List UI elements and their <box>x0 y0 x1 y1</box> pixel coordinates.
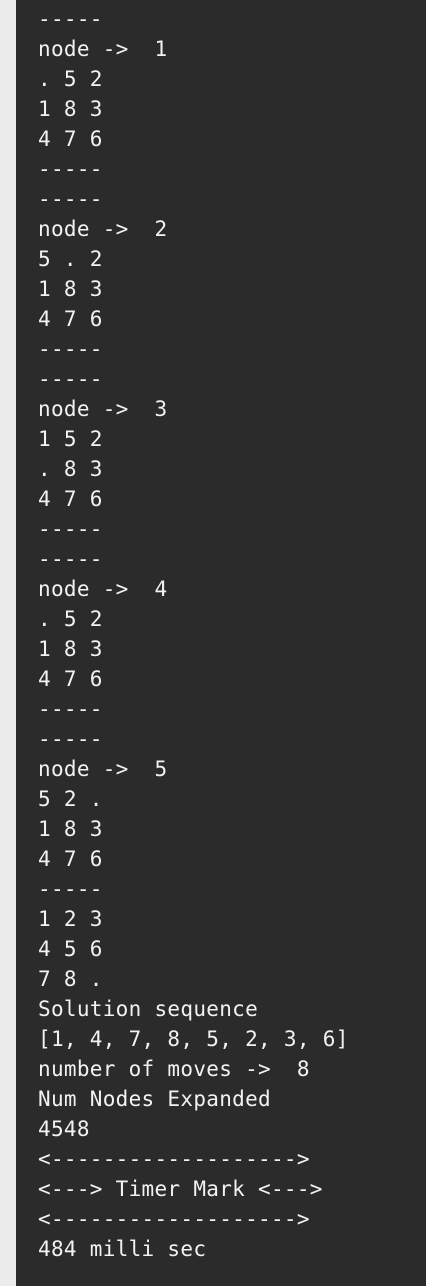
node-label: node -> 2 <box>38 217 168 241</box>
separator-line: ----- <box>38 367 103 391</box>
puzzle-row: 4 7 6 <box>38 847 103 871</box>
puzzle-row: . 5 2 <box>38 607 103 631</box>
goal-row: 7 8 . <box>38 967 103 991</box>
terminal-output[interactable]: ----- node -> 1 . 5 2 1 8 3 4 7 6 ----- … <box>16 0 426 1286</box>
separator-line: ----- <box>38 877 103 901</box>
node-label: node -> 1 <box>38 37 168 61</box>
puzzle-row: 4 7 6 <box>38 307 103 331</box>
nodes-expanded-value: 4548 <box>38 1117 90 1141</box>
node-label: node -> 5 <box>38 757 168 781</box>
puzzle-row: 1 8 3 <box>38 97 103 121</box>
timer-mark-label: <---> Timer Mark <---> <box>38 1177 323 1201</box>
separator-line: ----- <box>38 727 103 751</box>
timer-border: <-------------------> <box>38 1207 310 1231</box>
puzzle-row: 1 8 3 <box>38 637 103 661</box>
puzzle-row: 5 2 . <box>38 787 103 811</box>
goal-row: 4 5 6 <box>38 937 103 961</box>
timer-border: <-------------------> <box>38 1147 310 1171</box>
puzzle-row: . 5 2 <box>38 67 103 91</box>
moves-count: number of moves -> 8 <box>38 1057 310 1081</box>
solution-heading: Solution sequence <box>38 997 259 1021</box>
puzzle-row: 4 7 6 <box>38 667 103 691</box>
puzzle-row: . 8 3 <box>38 457 103 481</box>
separator-line: ----- <box>38 187 103 211</box>
separator-line: ----- <box>38 517 103 541</box>
puzzle-row: 4 7 6 <box>38 127 103 151</box>
goal-row: 1 2 3 <box>38 907 103 931</box>
separator-line: ----- <box>38 697 103 721</box>
puzzle-row: 4 7 6 <box>38 487 103 511</box>
node-label: node -> 4 <box>38 577 168 601</box>
puzzle-row: 1 5 2 <box>38 427 103 451</box>
nodes-expanded-label: Num Nodes Expanded <box>38 1087 271 1111</box>
puzzle-row: 1 8 3 <box>38 277 103 301</box>
separator-line: ----- <box>38 547 103 571</box>
separator-line: ----- <box>38 7 103 31</box>
separator-line: ----- <box>38 157 103 181</box>
puzzle-row: 1 8 3 <box>38 817 103 841</box>
puzzle-row: 5 . 2 <box>38 247 103 271</box>
node-label: node -> 3 <box>38 397 168 421</box>
separator-line: ----- <box>38 337 103 361</box>
elapsed-time: 484 milli sec <box>38 1237 207 1261</box>
solution-sequence: [1, 4, 7, 8, 5, 2, 3, 6] <box>38 1027 349 1051</box>
